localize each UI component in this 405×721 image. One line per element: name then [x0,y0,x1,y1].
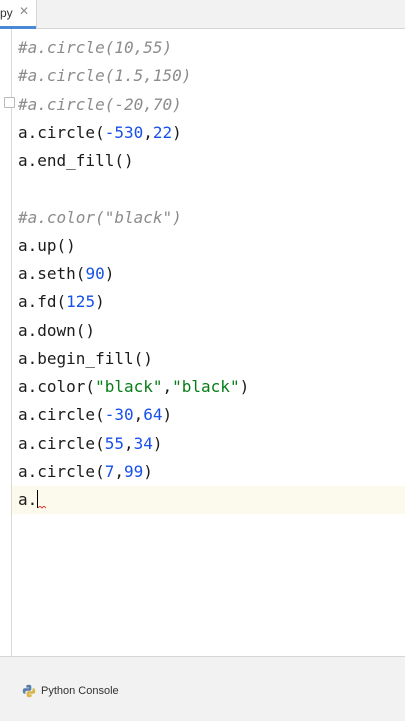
code-line[interactable]: a.seth(90) [18,260,114,288]
editor-tab-bar: py ✕ [0,0,405,29]
code-token: #a.circle(10,55) [18,38,173,57]
code-line[interactable]: a.fd(125) [18,288,105,316]
code-line[interactable]: a.down() [18,317,95,345]
current-line-highlight [12,486,405,514]
code-token: #a.circle(-20,70) [18,95,182,114]
code-token: "black" [95,377,163,396]
code-token: , [143,123,153,142]
code-token: ) [143,462,153,481]
code-token: ) [239,377,250,396]
code-line[interactable]: #a.circle(10,55) [18,34,172,62]
code-token: ) [104,264,115,283]
code-token: , [162,377,173,396]
code-token: a. [18,490,38,509]
bottom-tool-bar: Python Console [0,656,405,721]
code-token: a.up() [18,236,76,255]
code-token: a.circle( [18,462,105,481]
code-line[interactable]: #a.color("black") [18,204,182,232]
code-token: -530 [104,123,144,142]
code-token: a.circle( [18,123,105,142]
code-token: "black" [172,377,240,396]
code-line[interactable]: #a.circle(-20,70) [18,91,182,119]
code-token: a.fd( [18,292,67,311]
fold-marker-icon[interactable] [4,97,15,108]
code-line[interactable]: a.circle(7,99) [18,458,153,486]
code-token: , [133,405,144,424]
code-token: 55 [104,434,124,453]
code-token: a.color( [18,377,96,396]
python-icon [22,684,36,698]
code-token: , [123,434,134,453]
code-token: 125 [66,292,96,311]
code-line[interactable]: a.end_fill() [18,147,134,175]
code-token: ) [152,434,163,453]
code-token: ) [162,405,173,424]
code-token: 22 [152,123,173,142]
code-token: a.end_fill() [18,151,134,170]
tab-label: py [0,6,13,20]
code-token: 99 [123,462,144,481]
code-token: ) [172,123,182,142]
code-token: , [114,462,124,481]
code-token: #a.color("black") [18,208,182,227]
tab-file[interactable]: py ✕ [0,0,37,29]
code-line[interactable]: #a.circle(1.5,150) [18,62,191,90]
code-line[interactable]: a.begin_fill() [18,345,153,373]
code-token: a.seth( [18,264,86,283]
code-token: a.down() [18,321,96,340]
code-line[interactable]: a.color("black","black") [18,373,249,401]
python-console-label: Python Console [41,685,119,697]
code-token: #a.circle(1.5,150) [18,66,192,85]
code-line[interactable]: a.circle(55,34) [18,430,163,458]
close-icon[interactable]: ✕ [19,4,29,18]
code-line[interactable]: a.up() [18,232,76,260]
code-line[interactable]: a. [18,486,39,514]
code-token: 34 [133,434,153,453]
code-token: ) [95,292,105,311]
error-squiggle [38,506,46,509]
code-token: a.circle( [18,434,105,453]
code-line[interactable]: a.circle(-30,64) [18,401,172,429]
gutter-divider [11,29,12,656]
code-line[interactable]: a.circle(-530,22) [18,119,182,147]
code-token: 64 [143,405,163,424]
code-token: -30 [104,405,134,424]
code-token: a.circle( [18,405,105,424]
code-token: a.begin_fill() [18,349,153,368]
code-token: 7 [104,462,115,481]
code-token: 90 [85,264,105,283]
